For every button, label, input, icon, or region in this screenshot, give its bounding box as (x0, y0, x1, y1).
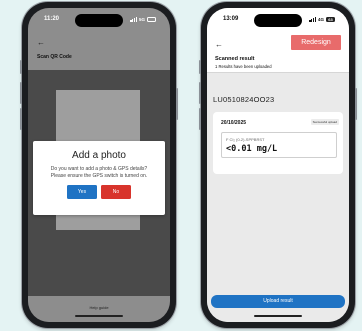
power-button (355, 88, 357, 120)
dynamic-island (75, 14, 123, 27)
left-phone: 11:20 5G ← Scan QR Code Add a photo Do y… (20, 2, 178, 328)
dialog-message-line1: Do you want to add a photo & GPS details… (50, 166, 148, 172)
page-subtitle: 1 Results have been uploaded (215, 64, 272, 69)
page-title: Scan QR Code (37, 54, 72, 60)
result-card[interactable]: 20/10/2025 Successful upload F Cl₂ (0-2)… (213, 112, 343, 174)
measurement-label: F Cl₂ (0-2)-SPPBRST (226, 137, 265, 142)
volume-down-button (20, 108, 22, 130)
signal-icon (130, 16, 137, 22)
power-button (176, 88, 178, 120)
home-indicator (75, 315, 123, 317)
scan-screen: 11:20 5G ← Scan QR Code Add a photo Do y… (28, 8, 170, 322)
yes-button[interactable]: Yes (67, 185, 97, 199)
page-title: Scanned result (215, 56, 255, 62)
home-indicator (254, 315, 302, 317)
back-arrow-icon[interactable]: ← (37, 39, 45, 47)
battery-icon (147, 16, 156, 22)
signal-icon (309, 16, 316, 22)
dynamic-island (254, 14, 302, 27)
scan-header: ← Scan QR Code (28, 30, 170, 70)
status-time: 11:20 (44, 16, 60, 22)
sample-id: LU0510824OO23 (213, 95, 275, 104)
no-button[interactable]: No (101, 185, 131, 199)
mute-switch (20, 60, 22, 74)
upload-result-button[interactable]: Upload result (211, 295, 345, 308)
result-body: LU0510824OO23 20/10/2025 Successful uplo… (207, 73, 349, 322)
help-guide-link[interactable]: Help guide (28, 305, 170, 310)
dialog-message: Do you want to add a photo & GPS details… (33, 166, 165, 179)
result-screen: 13:09 4G 63 ← Redesign Scanned result 1 … (207, 8, 349, 322)
measurement-box: F Cl₂ (0-2)-SPPBRST <0.01 mg/L (221, 132, 337, 158)
right-phone: 13:09 4G 63 ← Redesign Scanned result 1 … (199, 2, 357, 328)
result-header: ← Redesign Scanned result 1 Results have… (207, 30, 349, 72)
dialog-message-line2: Please ensure the GPS switch is turned o… (50, 172, 148, 179)
status-badge: Successful upload (310, 119, 339, 125)
back-arrow-icon[interactable]: ← (215, 41, 223, 49)
status-time: 13:09 (223, 16, 239, 22)
dialog-buttons: Yes No (33, 185, 165, 199)
dialog-title: Add a photo (72, 150, 126, 161)
result-date: 20/10/2025 (221, 120, 247, 126)
volume-down-button (199, 108, 201, 130)
mute-switch (199, 60, 201, 74)
battery-icon: 63 (326, 16, 335, 22)
network-type: 4G (317, 16, 324, 22)
measurement-value: <0.01 mg/L (226, 144, 278, 154)
volume-up-button (199, 82, 201, 104)
network-type: 5G (138, 16, 145, 22)
add-photo-dialog: Add a photo Do you want to add a photo &… (33, 141, 165, 215)
volume-up-button (20, 82, 22, 104)
redesign-button[interactable]: Redesign (291, 35, 341, 50)
